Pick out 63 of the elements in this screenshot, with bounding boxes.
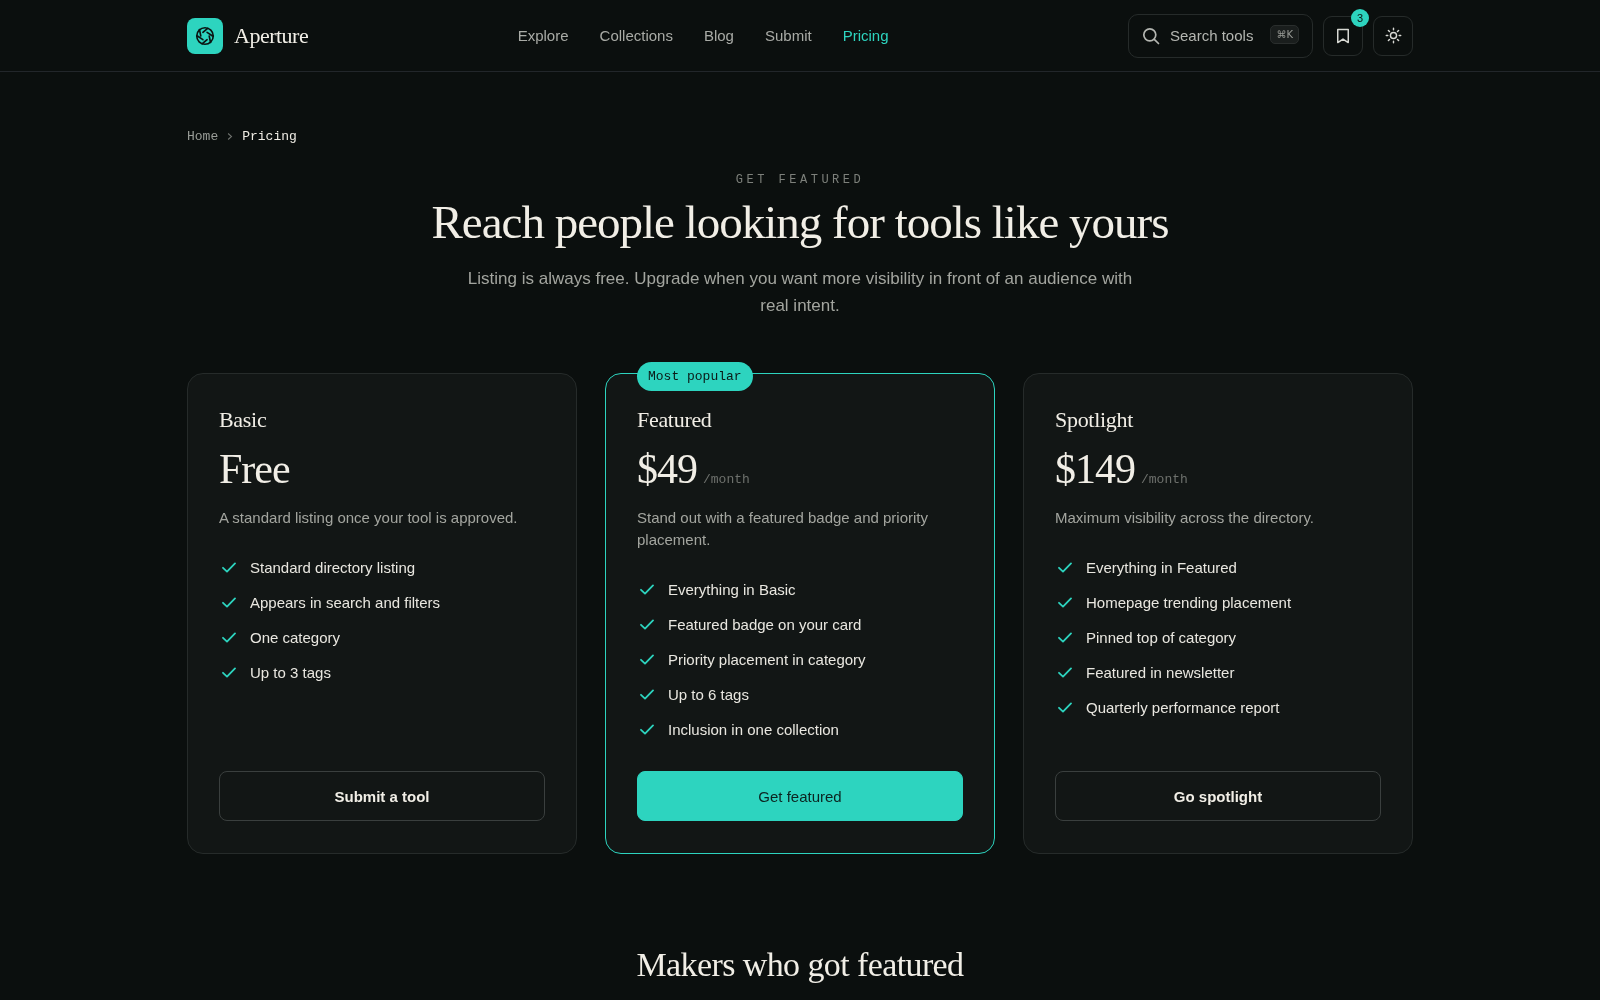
check-icon [640,583,654,595]
plan-name: Spotlight [1055,406,1134,434]
sun-icon [1384,27,1402,44]
section-title: Makers who got featured [635,945,965,985]
check-icon [1058,701,1072,713]
check-icon [640,723,654,735]
plan-description: Maximum visibility across the directory. [1055,508,1315,528]
nav-link[interactable]: Blog [703,27,734,44]
popular-badge: Most popular [637,362,753,391]
feature-text: Appears in search and filters [250,593,441,611]
page-title: Reach people looking for tools like yours [431,195,1169,249]
feature-text: Featured badge on your card [668,615,862,633]
check-icon [640,688,654,700]
check-icon [1058,666,1072,678]
nav-link[interactable]: Explore [517,27,569,44]
feature-text: Everything in Basic [668,580,796,598]
plan-price: $49 [637,445,697,493]
nav-link[interactable]: Pricing [842,27,889,44]
plan-button[interactable]: Get featured [637,771,963,821]
saved-count-badge: 3 [1351,8,1369,27]
breadcrumb-link[interactable]: Pricing [242,128,297,144]
check-icon [222,666,236,678]
check-icon [1058,561,1072,573]
shortcut-key: ⌘K [1270,24,1299,44]
feature-text: Everything in Featured [1086,558,1237,576]
check-icon [222,596,236,608]
check-icon [640,618,654,630]
plan-name: Featured [637,406,713,434]
chevron-right-icon [227,131,234,141]
feature-text: Featured in newsletter [1086,663,1235,681]
feature-text: Homepage trending placement [1086,593,1292,611]
feature-text: Standard directory listing [250,558,416,576]
check-icon [1058,596,1072,608]
plan-price: $149 [1055,445,1135,493]
nav-link[interactable]: Submit [764,27,812,44]
bookmark-icon [1336,27,1350,44]
plan-description: Stand out with a featured badge and priority placement. [637,508,930,550]
plan-description: A standard listing once your tool is approved. [219,508,519,528]
plan-price: Free [219,445,290,493]
feature-text: Quarterly performance report [1086,698,1280,716]
price-period: /month [703,472,750,487]
price-period: /month [1141,472,1188,487]
search-icon [1142,26,1160,45]
nav-link[interactable]: Collections [599,27,673,44]
feature-text: Priority placement in category [668,650,866,668]
breadcrumb-link[interactable]: Home [187,128,219,144]
feature-text: Up to 3 tags [250,663,331,681]
feature-text: Up to 6 tags [668,685,749,703]
theme-toggle-button[interactable] [1373,15,1413,56]
page-subtitle: Listing is always free. Upgrade when you want more visibility in front of an audience with real intent. [466,268,1134,317]
check-icon [222,631,236,643]
check-icon [222,561,236,573]
brand-name[interactable]: Aperture [234,22,309,49]
check-icon [1058,631,1072,643]
plan-button[interactable]: Submit a tool [219,771,545,821]
aperture-logo-icon[interactable] [187,17,223,54]
feature-text: One category [250,628,341,646]
section-eyebrow: GET FEATURED [735,172,865,188]
plan-name: Basic [219,406,268,434]
plan-button[interactable]: Go spotlight [1055,771,1381,821]
feature-text: Pinned top of category [1086,628,1237,646]
check-icon [640,653,654,665]
feature-text: Inclusion in one collection [668,720,839,738]
